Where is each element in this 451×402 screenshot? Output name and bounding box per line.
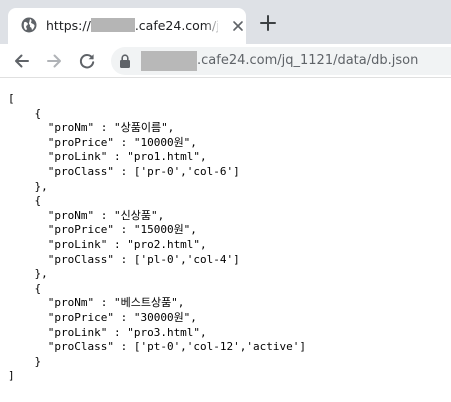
json-content: [ { "proNm" : "상품이름", "proPrice" : "1000… <box>8 92 307 383</box>
globe-icon <box>21 17 37 33</box>
redaction-block <box>141 51 197 71</box>
toolbar-divider <box>0 77 451 78</box>
tab-strip: https://.cafe24.com/jq_1 <box>0 0 451 44</box>
reload-icon[interactable] <box>77 51 97 71</box>
tab-title-fade <box>204 14 222 38</box>
url-text: .cafe24.com/jq_1121/data/db.json <box>197 53 419 68</box>
lock-icon[interactable] <box>118 53 132 69</box>
tab-title-prefix: https:// <box>46 18 91 33</box>
arrow-left-icon[interactable] <box>12 51 32 71</box>
redaction-block <box>90 18 135 32</box>
browser-tab[interactable]: https://.cafe24.com/jq_1 <box>8 8 246 44</box>
arrow-right-icon[interactable] <box>44 51 64 71</box>
tab-title: https://.cafe24.com/jq_1 <box>46 16 218 36</box>
plus-icon[interactable] <box>258 13 278 33</box>
close-icon[interactable] <box>230 18 246 34</box>
